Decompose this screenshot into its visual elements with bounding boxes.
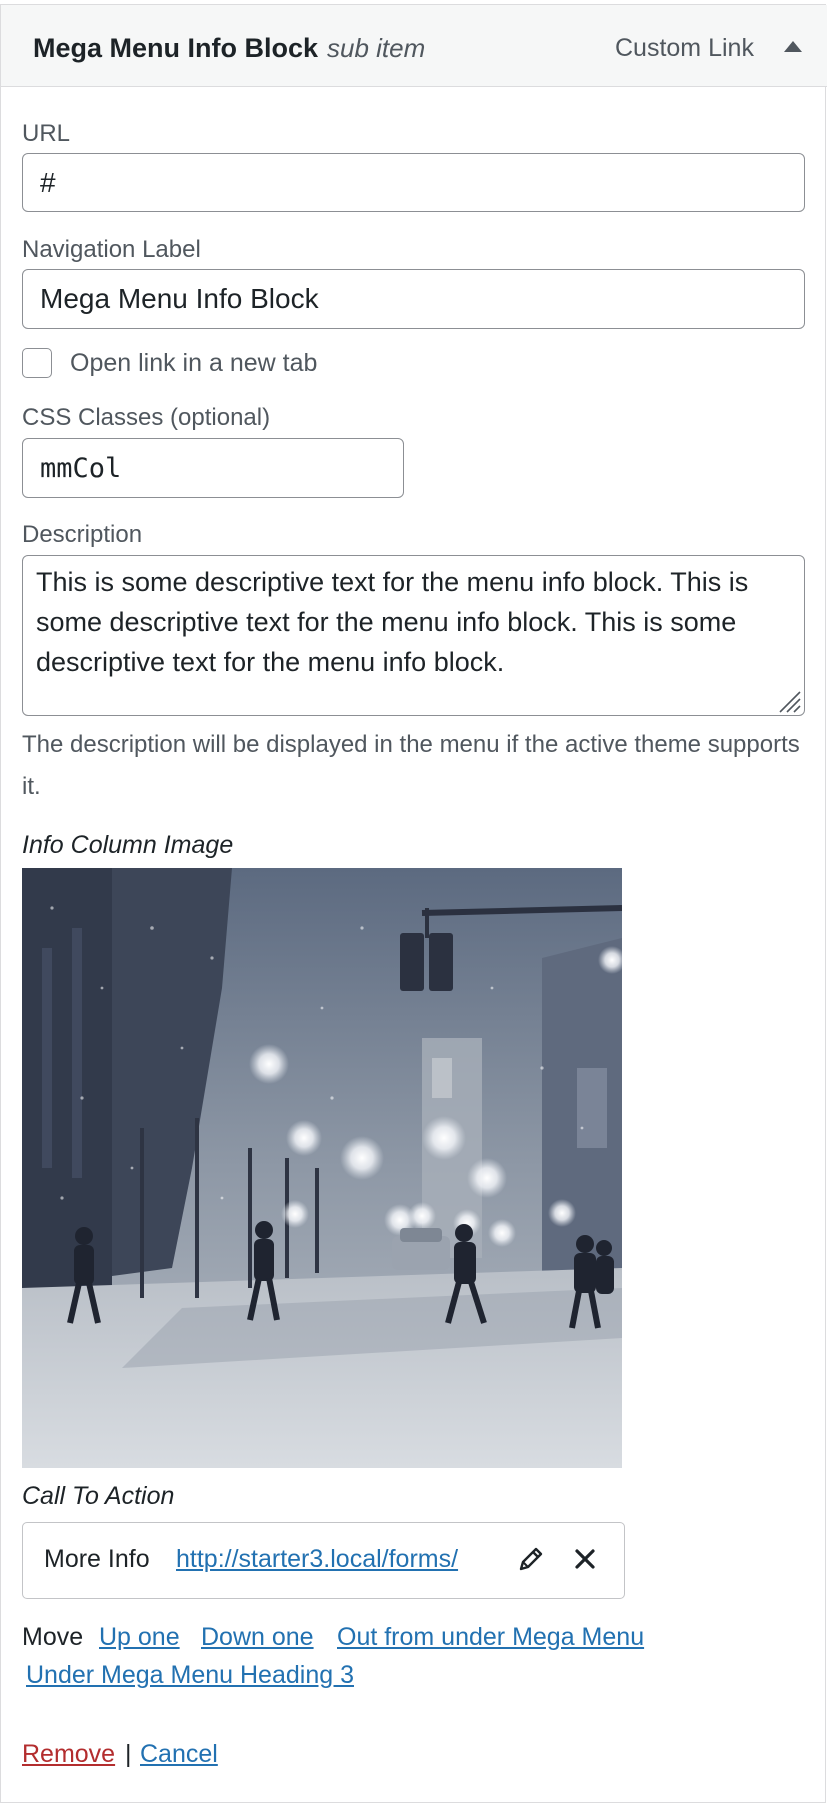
move-out-from-under-link[interactable]: Out from under Mega Menu xyxy=(337,1623,644,1652)
description-label: Description xyxy=(22,521,143,548)
pencil-icon[interactable] xyxy=(515,1543,547,1575)
open-new-tab-checkbox[interactable] xyxy=(22,348,52,378)
move-label: Move xyxy=(22,1623,84,1651)
call-to-action-label: Call To Action xyxy=(22,1482,175,1510)
description-help-text: The description will be displayed in the… xyxy=(22,731,800,800)
open-new-tab-label: Open link in a new tab xyxy=(70,349,318,377)
url-label: URL xyxy=(22,120,71,147)
css-classes-label: CSS Classes (optional) xyxy=(22,404,271,431)
remove-link[interactable]: Remove xyxy=(22,1740,115,1769)
cta-url-link[interactable]: http://starter3.local/forms/ xyxy=(176,1545,458,1574)
move-under-heading-link[interactable]: Under Mega Menu Heading 3 xyxy=(26,1661,354,1690)
move-up-one-link[interactable]: Up one xyxy=(99,1623,180,1652)
triangle-up-icon[interactable] xyxy=(781,35,805,59)
call-to-action-box: More Info http://starter3.local/forms/ xyxy=(22,1522,625,1599)
menu-item-header[interactable]: Mega Menu Info Block sub item Custom Lin… xyxy=(1,5,827,87)
menu-item-subtitle: sub item xyxy=(327,33,426,63)
navigation-label-label: Navigation Label xyxy=(22,236,201,263)
menu-item-type: Custom Link xyxy=(615,34,754,62)
navigation-label-input[interactable] xyxy=(22,269,805,329)
cancel-link[interactable]: Cancel xyxy=(140,1740,218,1769)
close-icon[interactable] xyxy=(571,1545,599,1573)
info-column-image[interactable] xyxy=(22,868,622,1468)
css-classes-input[interactable] xyxy=(22,438,404,498)
info-column-image-label: Info Column Image xyxy=(22,831,234,859)
menu-item-title: Mega Menu Info Block xyxy=(33,33,319,63)
move-down-one-link[interactable]: Down one xyxy=(201,1623,314,1652)
cta-title: More Info xyxy=(44,1545,150,1573)
url-input[interactable] xyxy=(22,153,805,212)
description-textarea[interactable]: This is some descriptive text for the me… xyxy=(22,555,805,716)
actions-separator: | xyxy=(125,1740,132,1768)
resize-grip-icon[interactable] xyxy=(775,687,801,713)
